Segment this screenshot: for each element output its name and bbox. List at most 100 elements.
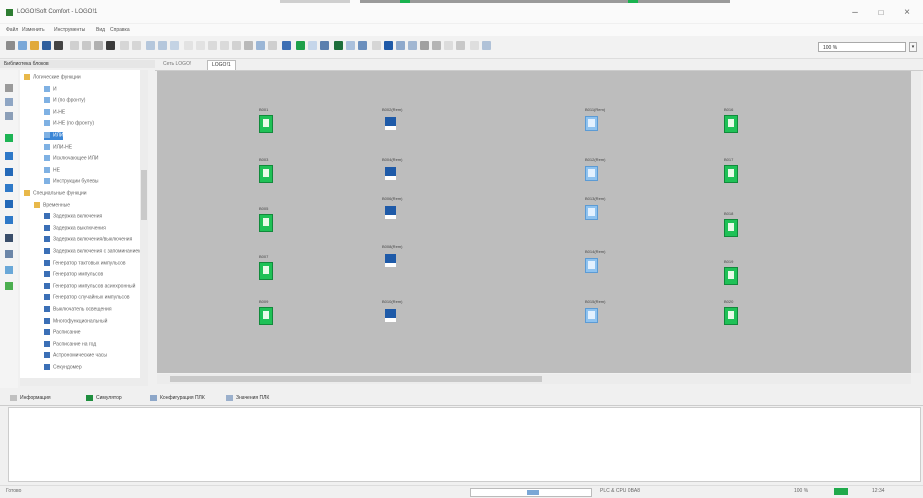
minimize-button[interactable]: –: [848, 7, 862, 19]
tree-item[interactable]: Выключатель освещения: [44, 306, 112, 314]
new-icon[interactable]: [6, 41, 15, 50]
save-icon[interactable]: [42, 41, 51, 50]
close-button[interactable]: ×: [900, 7, 914, 19]
tree-item[interactable]: Инструкции булевы: [44, 178, 99, 186]
tab-simulator[interactable]: Симулятор: [86, 393, 122, 403]
menu-help[interactable]: Справка: [110, 27, 130, 33]
maximize-button[interactable]: □: [874, 7, 888, 19]
select-icon[interactable]: [184, 41, 193, 50]
timer-icon[interactable]: [5, 184, 13, 192]
paste-icon[interactable]: [94, 41, 103, 50]
extra-icon[interactable]: [470, 41, 479, 50]
tree-item[interactable]: Исключающее ИЛИ: [44, 155, 99, 163]
tree-item[interactable]: Генератор тактовых импульсов: [44, 259, 126, 268]
menu-view[interactable]: Вид: [96, 27, 105, 33]
diagram-canvas[interactable]: B001 B003 B005 B007 B009 B002(Rem) B004(Rem) B0…: [157, 71, 911, 373]
tree-item[interactable]: Генератор случайных импульсов: [44, 294, 130, 302]
menu-tools[interactable]: Инструменты: [54, 27, 85, 33]
tree-item[interactable]: Расписание: [44, 329, 81, 337]
folder-icon[interactable]: [30, 41, 39, 50]
tree-item[interactable]: Временные: [34, 201, 70, 210]
canvas-vertical-scrollbar[interactable]: [911, 71, 921, 373]
copy-icon[interactable]: [82, 41, 91, 50]
tree-item[interactable]: Генератор импульсов: [44, 271, 103, 279]
zoom-fit-icon[interactable]: [170, 41, 179, 50]
canvas-scroll-thumb[interactable]: [170, 376, 542, 382]
online-test-icon[interactable]: [296, 41, 305, 50]
align-icon[interactable]: [220, 41, 229, 50]
wire-icon[interactable]: [5, 112, 13, 120]
tree-item[interactable]: Расписание на год: [44, 340, 96, 349]
cut-connection-icon[interactable]: [268, 41, 277, 50]
tab-logo1[interactable]: LOGO!1: [207, 60, 236, 70]
split-icon[interactable]: [372, 41, 381, 50]
network-icon[interactable]: [346, 41, 355, 50]
logo-to-pc-icon[interactable]: [334, 41, 343, 50]
align-icon[interactable]: [196, 41, 205, 50]
basic-function-icon[interactable]: [5, 152, 13, 160]
pointer-icon[interactable]: [5, 84, 13, 92]
constant-icon[interactable]: [5, 134, 13, 142]
settings-icon[interactable]: [420, 41, 429, 50]
search-icon[interactable]: [482, 41, 491, 50]
text-tool-icon[interactable]: [5, 250, 13, 258]
zoom-in-icon[interactable]: [146, 41, 155, 50]
run-icon[interactable]: [384, 41, 393, 50]
tree-item[interactable]: И-НЕ: [44, 108, 65, 117]
analog-icon[interactable]: [5, 216, 13, 224]
connector-icon[interactable]: [5, 98, 13, 106]
tree-item[interactable]: Задержка включения/выключения: [44, 236, 132, 244]
tree-item[interactable]: Астрономические часы: [44, 352, 107, 360]
tree-item[interactable]: Генератор импульсов асинхронный: [44, 282, 135, 291]
tree-item[interactable]: И (по фронту): [44, 97, 85, 105]
open-icon[interactable]: [18, 41, 27, 50]
tree-vertical-scrollbar[interactable]: [140, 70, 148, 378]
align-icon[interactable]: [208, 41, 217, 50]
tree-item[interactable]: И: [44, 85, 57, 94]
menu-edit[interactable]: Изменить: [22, 27, 45, 33]
special-function-icon[interactable]: [5, 168, 13, 176]
tab-network[interactable]: Сеть LOGO!: [159, 60, 195, 69]
tree-item[interactable]: ИЛИ: [44, 132, 64, 140]
stop-icon[interactable]: [396, 41, 405, 50]
tree-item[interactable]: И-НЕ (по фронту): [44, 120, 94, 128]
tree-item[interactable]: НЕ: [44, 166, 60, 175]
output-panel[interactable]: [8, 407, 921, 482]
info-icon[interactable]: [444, 41, 453, 50]
tab-information[interactable]: Информация: [10, 393, 51, 403]
tree-item[interactable]: ИЛИ-НЕ: [44, 143, 72, 152]
redo-icon[interactable]: [132, 41, 141, 50]
cut-icon[interactable]: [70, 41, 79, 50]
tree-item[interactable]: Задержка включения: [44, 213, 102, 221]
link-icon[interactable]: [5, 266, 13, 274]
delete-icon[interactable]: [106, 41, 115, 50]
tree-item[interactable]: Многофункциональный: [44, 317, 107, 326]
tree-item[interactable]: Задержка включения с запоминанием: [44, 248, 142, 256]
grid-icon[interactable]: [232, 41, 241, 50]
device-icon[interactable]: [358, 41, 367, 50]
connect-icon[interactable]: [244, 41, 253, 50]
undo-icon[interactable]: [120, 41, 129, 50]
tree-item[interactable]: Специальные функции: [24, 190, 87, 198]
monitor-icon[interactable]: [408, 41, 417, 50]
menu-file[interactable]: Файл: [6, 27, 18, 33]
pc-to-logo-icon[interactable]: [320, 41, 329, 50]
tab-plc-values[interactable]: Значения ПЛК: [226, 393, 269, 403]
simulation-tool-icon[interactable]: [5, 282, 13, 290]
chevron-down-icon[interactable]: ▾: [909, 42, 917, 52]
tree-scroll-thumb[interactable]: [141, 170, 147, 220]
zoom-combo[interactable]: 100 %: [818, 42, 906, 52]
cut-icon[interactable]: [5, 234, 13, 242]
tree-item[interactable]: Секундомер: [44, 364, 82, 372]
tab-plc-config[interactable]: Конфигурация ПЛК: [150, 393, 205, 403]
text-icon[interactable]: [256, 41, 265, 50]
help-icon[interactable]: [456, 41, 465, 50]
tree-horizontal-scrollbar[interactable]: [20, 378, 148, 386]
zoom-out-icon[interactable]: [158, 41, 167, 50]
transfer-icon[interactable]: [308, 41, 317, 50]
print-icon[interactable]: [54, 41, 63, 50]
counter-icon[interactable]: [5, 200, 13, 208]
key-icon[interactable]: [432, 41, 441, 50]
simulation-icon[interactable]: [282, 41, 291, 50]
tree-item[interactable]: Логические функции: [24, 74, 81, 82]
